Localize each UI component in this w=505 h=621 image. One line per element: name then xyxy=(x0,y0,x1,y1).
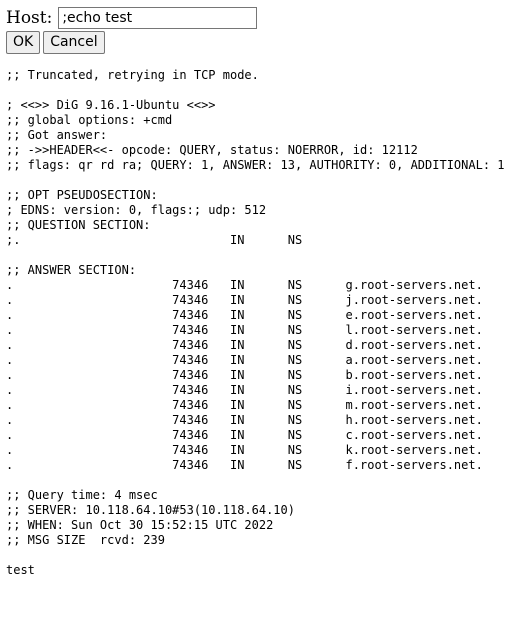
answer-record: . 74346 IN NS g.root-servers.net. xyxy=(6,278,483,292)
output-line: ;; OPT PSEUDOSECTION: xyxy=(6,188,158,202)
output-blank-line xyxy=(6,248,505,263)
output-line: ;; ANSWER SECTION: xyxy=(6,263,137,277)
cancel-button[interactable]: Cancel xyxy=(43,31,105,54)
output-blank-line xyxy=(6,473,505,488)
echo-output: test xyxy=(6,563,35,577)
host-input[interactable] xyxy=(58,7,258,29)
dig-form: Host: OK Cancel xyxy=(6,6,258,54)
answer-record: . 74346 IN NS i.root-servers.net. xyxy=(6,383,483,397)
answer-record: . 74346 IN NS b.root-servers.net. xyxy=(6,368,483,382)
output-line: ;; ->>HEADER<<- opcode: QUERY, status: N… xyxy=(6,143,418,157)
answer-record: . 74346 IN NS d.root-servers.net. xyxy=(6,338,483,352)
host-label: Host: xyxy=(6,8,53,28)
answer-record: . 74346 IN NS c.root-servers.net. xyxy=(6,428,483,442)
output-line: ;. IN NS xyxy=(6,233,303,247)
output-blank-line xyxy=(6,173,505,188)
output-line: ;; SERVER: 10.118.64.10#53(10.118.64.10) xyxy=(6,503,295,517)
output-line: ;; QUESTION SECTION: xyxy=(6,218,151,232)
answer-record: . 74346 IN NS a.root-servers.net. xyxy=(6,353,483,367)
output-line: ;; Truncated, retrying in TCP mode. xyxy=(6,68,259,82)
output-line: ;; flags: qr rd ra; QUERY: 1, ANSWER: 13… xyxy=(6,158,505,172)
answer-record: . 74346 IN NS e.root-servers.net. xyxy=(6,308,483,322)
host-row: Host: xyxy=(6,6,258,30)
answer-record: . 74346 IN NS m.root-servers.net. xyxy=(6,398,483,412)
answer-record: . 74346 IN NS j.root-servers.net. xyxy=(6,293,483,307)
output-line: ;; WHEN: Sun Oct 30 15:52:15 UTC 2022 xyxy=(6,518,274,532)
output-line: ; EDNS: version: 0, flags:; udp: 512 xyxy=(6,203,267,217)
output-line: ;; MSG SIZE rcvd: 239 xyxy=(6,533,165,547)
answer-record: . 74346 IN NS f.root-servers.net. xyxy=(6,458,483,472)
output-line: ;; global options: +cmd xyxy=(6,113,173,127)
answer-record: . 74346 IN NS l.root-servers.net. xyxy=(6,323,483,337)
output-line: ;; Got answer: xyxy=(6,128,108,142)
ok-button[interactable]: OK xyxy=(6,31,41,54)
output-blank-line xyxy=(6,83,505,98)
button-row: OK Cancel xyxy=(6,31,108,54)
answer-record: . 74346 IN NS k.root-servers.net. xyxy=(6,443,483,457)
output-line: ;; Query time: 4 msec xyxy=(6,488,158,502)
answer-record: . 74346 IN NS h.root-servers.net. xyxy=(6,413,483,427)
output-line: ; <<>> DiG 9.16.1-Ubuntu <<>> xyxy=(6,98,216,112)
dig-output: ;; Truncated, retrying in TCP mode. ; <<>… xyxy=(6,68,505,548)
